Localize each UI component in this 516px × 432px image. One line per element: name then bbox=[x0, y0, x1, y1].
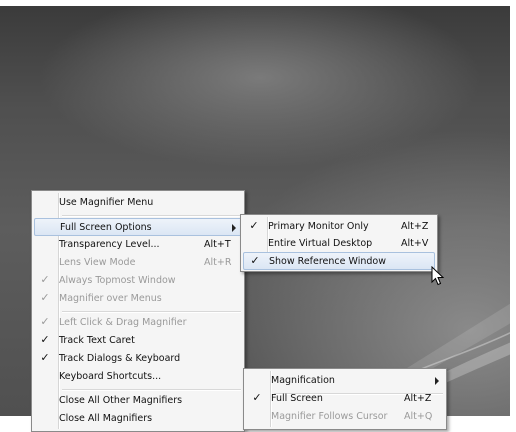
menu-item-always-topmost-window[interactable]: ✓ Always Topmost Window bbox=[34, 272, 242, 290]
check-icon: ✓ bbox=[252, 391, 262, 404]
menu-item-label: Entire Virtual Desktop bbox=[268, 238, 373, 249]
full-screen-options-submenu: ✓ Primary Monitor Only Alt+Z Entire Virt… bbox=[240, 214, 438, 272]
chevron-right-icon bbox=[435, 377, 439, 385]
screen-frame-right bbox=[510, 0, 516, 416]
menu-item-label: Primary Monitor Only bbox=[268, 221, 369, 232]
menu-item-lens-view-mode[interactable]: Lens View Mode Alt+R bbox=[34, 254, 242, 272]
menu-item-shortcut: Alt+Z bbox=[404, 393, 432, 404]
menu-item-show-reference-window[interactable]: ✓ Show Reference Window bbox=[243, 252, 435, 270]
menu-item-label: Always Topmost Window bbox=[59, 275, 176, 286]
menu-item-shortcut: Alt+R bbox=[204, 257, 232, 268]
screen-frame-top bbox=[0, 0, 516, 6]
check-icon: ✓ bbox=[250, 254, 260, 267]
menu-item-label: Close All Other Magnifiers bbox=[59, 395, 183, 406]
menu-item-use-magnifier-menu[interactable]: Use Magnifier Menu bbox=[34, 194, 242, 212]
menu-item-track-text-caret[interactable]: ✓ Track Text Caret bbox=[34, 332, 242, 350]
menu-item-shortcut: Alt+V bbox=[401, 238, 429, 249]
check-icon: ✓ bbox=[40, 273, 50, 286]
menu-item-full-screen[interactable]: ✓ Full Screen Alt+Z bbox=[246, 390, 444, 408]
menu-item-label: Transparency Level... bbox=[59, 239, 160, 250]
menu-item-close-all-other-magnifiers[interactable]: Close All Other Magnifiers bbox=[34, 392, 242, 410]
check-icon: ✓ bbox=[40, 291, 50, 304]
menu-item-left-click-drag-magnifier[interactable]: ✓ Left Click & Drag Magnifier bbox=[34, 314, 242, 332]
menu-item-label: Full Screen Options bbox=[60, 222, 152, 233]
menu-item-label: Magnifier Follows Cursor bbox=[271, 411, 388, 422]
menu-item-track-dialogs-keyboard[interactable]: ✓ Track Dialogs & Keyboard bbox=[34, 350, 242, 368]
menu-item-full-screen-options[interactable]: Full Screen Options bbox=[34, 218, 242, 236]
menu-item-label: Full Screen bbox=[271, 393, 323, 404]
magnifier-context-menu: Use Magnifier Menu Full Screen Options T… bbox=[31, 190, 245, 432]
menu-separator bbox=[62, 389, 241, 391]
check-icon: ✓ bbox=[40, 333, 50, 346]
menu-item-label: Close All Magnifiers bbox=[59, 413, 153, 424]
magnification-context-menu: Magnification ✓ Full Screen Alt+Z Magnif… bbox=[243, 368, 447, 430]
menu-item-transparency-level[interactable]: Transparency Level... Alt+T bbox=[34, 236, 242, 254]
menu-item-magnification[interactable]: Magnification bbox=[246, 372, 444, 390]
menu-item-shortcut: Alt+T bbox=[204, 239, 231, 250]
mouse-pointer-icon bbox=[431, 266, 445, 286]
check-icon: ✓ bbox=[40, 351, 50, 364]
menu-item-primary-monitor-only[interactable]: ✓ Primary Monitor Only Alt+Z bbox=[243, 218, 435, 236]
menu-item-label: Magnification bbox=[271, 375, 335, 386]
menu-item-label: Use Magnifier Menu bbox=[59, 197, 154, 208]
menu-item-keyboard-shortcuts[interactable]: Keyboard Shortcuts... bbox=[34, 368, 242, 386]
menu-item-label: Magnifier over Menus bbox=[59, 293, 162, 304]
menu-item-label: Left Click & Drag Magnifier bbox=[59, 317, 187, 328]
menu-item-close-all-magnifiers[interactable]: Close All Magnifiers bbox=[34, 410, 242, 428]
menu-item-shortcut: Alt+Q bbox=[404, 411, 433, 422]
menu-separator bbox=[62, 215, 241, 217]
check-icon: ✓ bbox=[40, 315, 50, 328]
menu-item-label: Track Text Caret bbox=[59, 335, 135, 346]
menu-separator bbox=[62, 311, 241, 313]
menu-item-label: Track Dialogs & Keyboard bbox=[59, 353, 181, 364]
chevron-right-icon bbox=[232, 224, 236, 232]
menu-item-label: Keyboard Shortcuts... bbox=[59, 371, 162, 382]
menu-item-label: Lens View Mode bbox=[59, 257, 136, 268]
menu-item-entire-virtual-desktop[interactable]: Entire Virtual Desktop Alt+V bbox=[243, 235, 435, 253]
menu-item-label: Show Reference Window bbox=[269, 256, 386, 267]
menu-item-magnifier-over-menus[interactable]: ✓ Magnifier over Menus bbox=[34, 290, 242, 308]
menu-item-magnifier-follows-cursor[interactable]: Magnifier Follows Cursor Alt+Q bbox=[246, 408, 444, 426]
menu-item-shortcut: Alt+Z bbox=[401, 221, 429, 232]
check-icon: ✓ bbox=[249, 219, 259, 232]
